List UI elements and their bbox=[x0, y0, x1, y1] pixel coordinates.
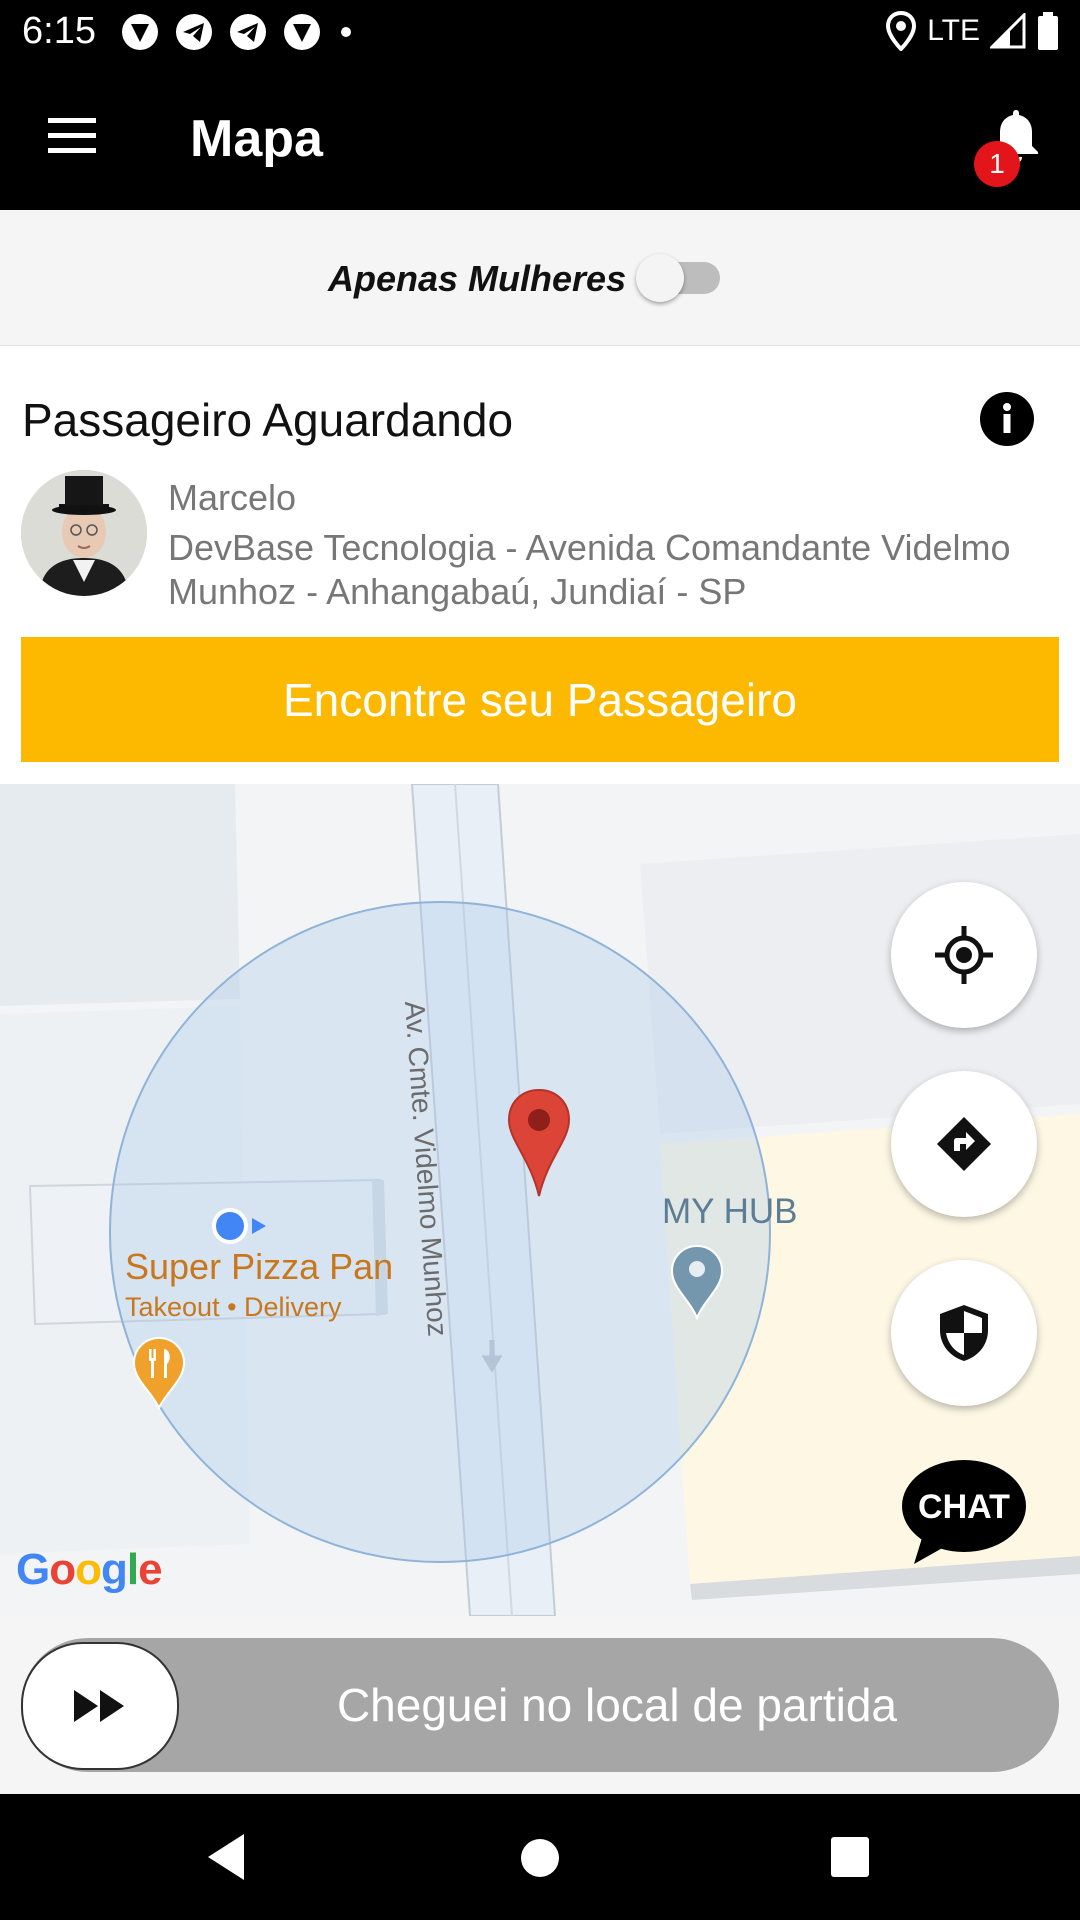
my-location-icon bbox=[212, 1208, 266, 1244]
home-icon[interactable] bbox=[520, 1838, 560, 1878]
info-icon bbox=[1003, 403, 1011, 433]
page-title: Mapa bbox=[190, 110, 323, 168]
chat-button[interactable]: CHAT bbox=[900, 1458, 1028, 1566]
locate-button[interactable] bbox=[891, 882, 1037, 1028]
vpn-icon bbox=[122, 14, 158, 50]
hamburger-icon bbox=[48, 118, 96, 153]
passenger-marker-icon[interactable] bbox=[506, 1088, 572, 1198]
location-icon bbox=[886, 11, 917, 51]
passenger-name: Marcelo bbox=[168, 477, 297, 518]
network-type: LTE bbox=[927, 14, 980, 47]
place-label[interactable]: MY HUB bbox=[662, 1190, 798, 1234]
avatar-portrait bbox=[21, 470, 147, 596]
directions-button[interactable] bbox=[891, 1071, 1037, 1217]
find-passenger-button[interactable]: Encontre seu Passageiro bbox=[21, 637, 1059, 762]
poi-name[interactable]: Super Pizza Pan bbox=[125, 1246, 393, 1288]
telegram-icon bbox=[230, 14, 266, 50]
place-pin-icon[interactable] bbox=[670, 1244, 724, 1320]
women-only-switch-thumb[interactable] bbox=[636, 254, 684, 302]
info-button[interactable] bbox=[980, 392, 1034, 446]
telegram-icon bbox=[176, 14, 212, 50]
dot-icon bbox=[341, 27, 351, 37]
status-time: 6:15 bbox=[22, 10, 96, 52]
notification-badge: 1 bbox=[974, 141, 1020, 187]
restaurant-pin-icon[interactable] bbox=[132, 1336, 186, 1410]
women-only-label: Apenas Mulheres bbox=[328, 258, 627, 299]
locate-icon bbox=[935, 926, 993, 984]
status-notification-icons bbox=[120, 12, 356, 52]
google-attribution: Google bbox=[16, 1545, 163, 1594]
arrival-slider-handle[interactable] bbox=[21, 1642, 179, 1770]
shield-icon bbox=[940, 1305, 988, 1361]
vpn-icon bbox=[284, 14, 320, 50]
fast-forward-icon bbox=[74, 1690, 124, 1722]
safety-button[interactable] bbox=[891, 1260, 1037, 1406]
status-system-icons: LTE bbox=[885, 10, 1060, 52]
back-icon[interactable] bbox=[204, 1832, 248, 1882]
passenger-address: DevBase Tecnologia - Avenida Comandante … bbox=[168, 527, 1011, 612]
chat-label: CHAT bbox=[918, 1488, 1010, 1526]
directions-icon bbox=[937, 1117, 991, 1171]
menu-button[interactable] bbox=[40, 112, 102, 160]
battery-icon bbox=[1038, 12, 1058, 50]
recents-icon[interactable] bbox=[830, 1836, 870, 1878]
signal-icon bbox=[990, 13, 1026, 49]
passenger-avatar bbox=[21, 470, 147, 596]
app-bar bbox=[0, 62, 1080, 210]
arrival-slider-label: Cheguei no local de partida bbox=[336, 1679, 898, 1731]
poi-subtitle: Takeout • Delivery bbox=[125, 1292, 342, 1322]
card-title: Passageiro Aguardando bbox=[22, 394, 514, 446]
